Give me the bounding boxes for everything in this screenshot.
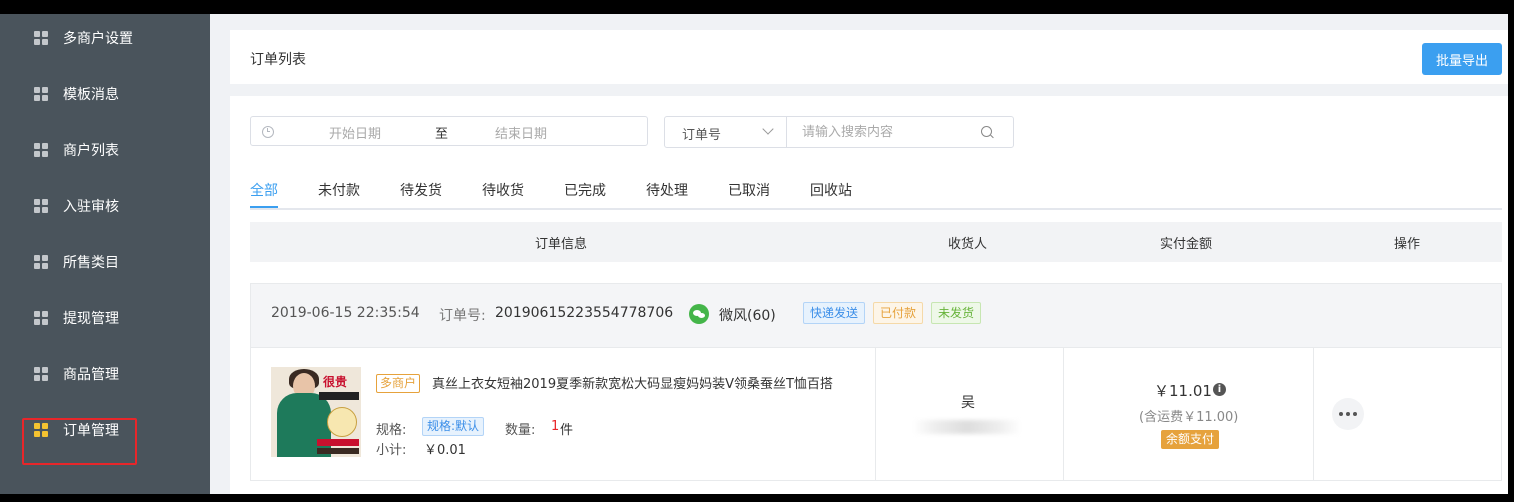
grid-icon bbox=[34, 255, 48, 269]
tab-pending[interactable]: 待处理 bbox=[646, 180, 688, 206]
active-tab-indicator bbox=[250, 206, 278, 208]
merchant-tag: 多商户 bbox=[376, 374, 421, 393]
dot-icon bbox=[1339, 412, 1343, 416]
sidebar-item-entry-review[interactable]: 入驻审核 bbox=[34, 194, 119, 218]
quantity-value: 1 bbox=[551, 419, 560, 434]
sidebar-item-orders[interactable]: 订单管理 bbox=[34, 418, 119, 442]
grid-icon bbox=[34, 87, 48, 101]
product-image-badge: 很贵 bbox=[323, 375, 348, 389]
sidebar-item-withdrawal[interactable]: 提现管理 bbox=[34, 306, 119, 330]
sidebar-item-label: 所售类目 bbox=[63, 255, 119, 271]
tab-completed[interactable]: 已完成 bbox=[564, 180, 606, 206]
order-list-card: 开始日期 至 结束日期 订单号 全部 未付款 待发货 待收货 已完成 待处理 已… bbox=[230, 96, 1508, 494]
subtotal-label: 小计: bbox=[376, 443, 407, 458]
chevron-down-icon bbox=[762, 123, 774, 135]
tab-recycle-bin[interactable]: 回收站 bbox=[810, 180, 852, 206]
info-icon[interactable]: i bbox=[1213, 383, 1226, 396]
column-divider bbox=[1313, 348, 1314, 480]
column-header-order-info: 订单信息 bbox=[535, 237, 588, 252]
main-content: 订单列表 批量导出 开始日期 至 结束日期 订单号 全部 未付款 待发货 待收货… bbox=[210, 14, 1508, 494]
batch-export-button[interactable]: 批量导出 bbox=[1422, 43, 1502, 75]
order-number: 20190615223554778706 bbox=[495, 305, 674, 321]
tab-to-ship[interactable]: 待发货 bbox=[400, 180, 442, 206]
dot-icon bbox=[1346, 412, 1350, 416]
date-separator: 至 bbox=[435, 127, 449, 142]
order-card: 2019-06-15 22:35:54 订单号: 201906152235547… bbox=[250, 283, 1502, 481]
tab-all[interactable]: 全部 bbox=[250, 180, 278, 206]
sidebar-item-label: 模板消息 bbox=[63, 87, 119, 103]
tab-to-receive[interactable]: 待收货 bbox=[482, 180, 524, 206]
sidebar-item-merchant-list[interactable]: 商户列表 bbox=[34, 138, 119, 162]
search-icon[interactable] bbox=[981, 126, 992, 137]
tab-unpaid[interactable]: 未付款 bbox=[318, 180, 360, 206]
shipping-status-tag: 未发货 bbox=[931, 302, 982, 324]
sidebar-item-label: 多商户设置 bbox=[63, 31, 133, 47]
sidebar-item-template-message[interactable]: 模板消息 bbox=[34, 82, 119, 106]
tab-cancelled[interactable]: 已取消 bbox=[728, 180, 770, 206]
clock-icon bbox=[262, 126, 274, 138]
start-date-input[interactable]: 开始日期 bbox=[329, 123, 381, 142]
payment-status-tag: 已付款 bbox=[873, 302, 924, 324]
payment-method-tag: 余额支付 bbox=[1161, 430, 1220, 449]
order-status-tabs: 全部 未付款 待发货 待收货 已完成 待处理 已取消 回收站 bbox=[250, 180, 1502, 210]
sidebar-item-label: 商户列表 bbox=[63, 143, 119, 159]
search-input[interactable] bbox=[787, 117, 1002, 147]
grid-icon bbox=[34, 367, 48, 381]
end-date-input[interactable]: 结束日期 bbox=[495, 123, 547, 142]
sidebar-item-label: 商品管理 bbox=[63, 367, 119, 383]
spec-label: 规格: bbox=[376, 423, 407, 438]
sidebar-item-merchant-settings[interactable]: 多商户设置 bbox=[34, 26, 133, 50]
sidebar-item-products[interactable]: 商品管理 bbox=[34, 362, 119, 386]
search-type-value: 订单号 bbox=[682, 128, 722, 143]
grid-icon bbox=[34, 311, 48, 325]
page-title: 订单列表 bbox=[250, 52, 306, 68]
receiver-name: 吴 bbox=[961, 395, 975, 411]
sidebar-item-label: 订单管理 bbox=[63, 423, 119, 439]
order-time: 2019-06-15 22:35:54 bbox=[271, 305, 420, 321]
column-divider bbox=[1063, 348, 1064, 480]
column-header-receiver: 收货人 bbox=[948, 237, 988, 252]
search-group: 订单号 bbox=[664, 116, 1014, 148]
spec-tag: 规格:默认 bbox=[422, 417, 485, 436]
more-actions-button[interactable] bbox=[1332, 398, 1364, 430]
grid-icon bbox=[34, 423, 48, 437]
delivery-tag: 快递发送 bbox=[803, 302, 866, 324]
grid-icon bbox=[34, 199, 48, 213]
blurred-receiver-info bbox=[913, 420, 1021, 434]
grid-icon bbox=[34, 143, 48, 157]
subtotal-value: ￥0.01 bbox=[424, 443, 466, 458]
date-range-picker[interactable]: 开始日期 至 结束日期 bbox=[250, 116, 648, 146]
sidebar-item-categories[interactable]: 所售类目 bbox=[34, 250, 119, 274]
quantity-label: 数量: bbox=[505, 423, 536, 438]
sidebar-item-label: 入驻审核 bbox=[63, 199, 119, 215]
order-body: 很贵 真丝上衣女短袖2019夏季新款宽松大码显瘦妈妈装V领桑蚕丝T恤百搭 多商户… bbox=[251, 348, 1501, 480]
table-header: 订单信息 收货人 实付金额 操作 bbox=[250, 222, 1502, 262]
sidebar-item-label: 提现管理 bbox=[63, 311, 119, 327]
paid-amount: ￥11.01 bbox=[1154, 382, 1212, 400]
search-type-select[interactable]: 订单号 bbox=[665, 117, 787, 147]
column-divider bbox=[875, 348, 876, 480]
page-header: 订单列表 批量导出 bbox=[230, 30, 1508, 84]
order-header: 2019-06-15 22:35:54 订单号: 201906152235547… bbox=[251, 284, 1501, 348]
order-number-label: 订单号: bbox=[439, 308, 486, 324]
product-image[interactable]: 很贵 bbox=[271, 367, 361, 457]
freight-amount: (含运费￥11.00) bbox=[1139, 410, 1239, 425]
quantity-unit: 件 bbox=[560, 423, 574, 438]
dot-icon bbox=[1353, 412, 1357, 416]
wechat-icon bbox=[689, 304, 709, 324]
product-title[interactable]: 真丝上衣女短袖2019夏季新款宽松大码显瘦妈妈装V领桑蚕丝T恤百搭 bbox=[376, 375, 856, 394]
column-header-amount: 实付金额 bbox=[1160, 237, 1213, 252]
column-header-actions: 操作 bbox=[1394, 237, 1421, 252]
sidebar: 多商户设置 模板消息 商户列表 入驻审核 所售类目 提现管理 商品管理 订单管理 bbox=[0, 14, 210, 494]
buyer-name[interactable]: 微风(60) bbox=[719, 305, 776, 325]
grid-icon bbox=[34, 31, 48, 45]
